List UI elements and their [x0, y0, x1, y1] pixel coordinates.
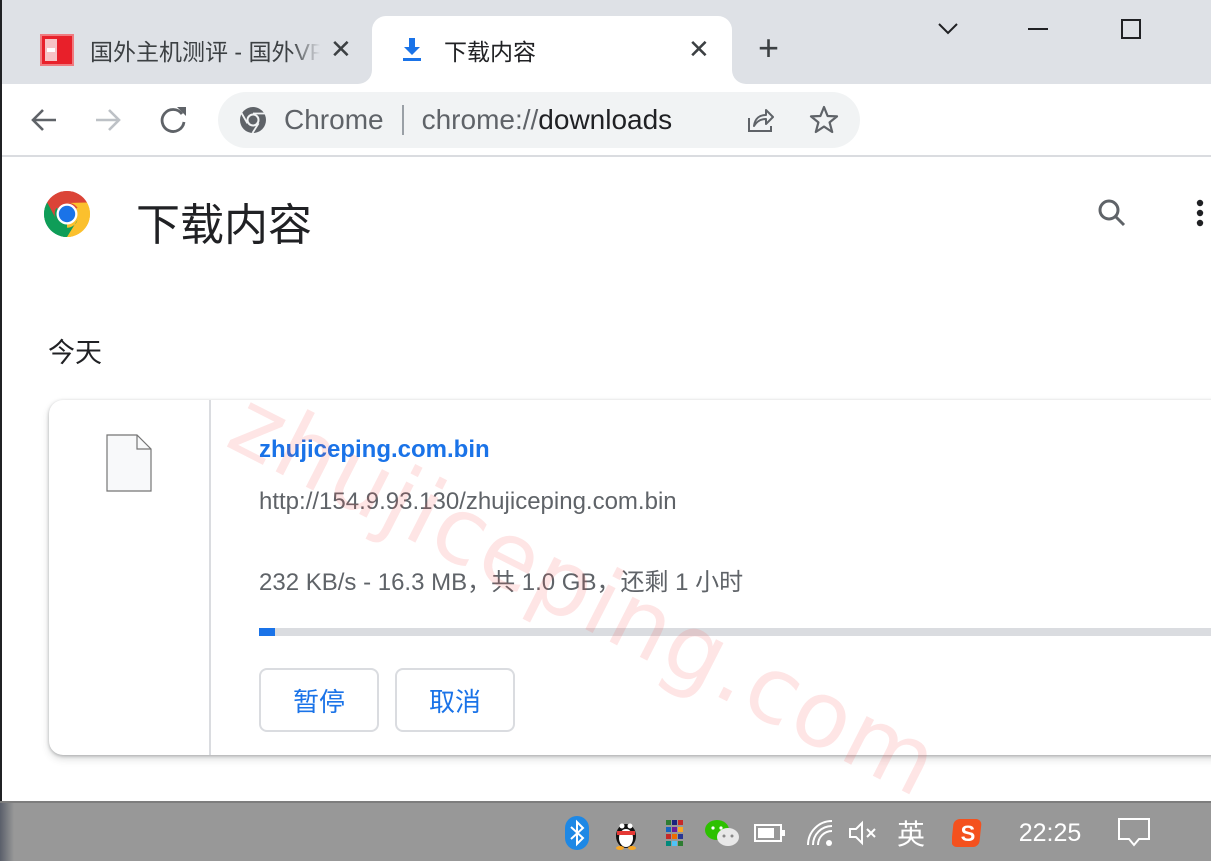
file-name-link[interactable]: zhujiceping.com.bin — [259, 436, 490, 464]
battery-icon[interactable] — [752, 811, 788, 855]
download-status: 232 KB/s - 16.3 MB，共 1.0 GB，还剩 1 小时 — [259, 569, 744, 596]
svg-text:S: S — [961, 821, 976, 846]
system-clock[interactable]: 22:25 — [1012, 811, 1088, 855]
site-logo-icon — [40, 34, 74, 66]
arrow-left-icon[interactable] — [26, 102, 62, 138]
browser-toolbar: Chrome chrome://downloads — [0, 84, 1211, 157]
bookmark-star-icon[interactable] — [808, 104, 840, 136]
wechat-icon[interactable] — [702, 811, 742, 855]
reload-icon[interactable] — [155, 102, 191, 138]
url-host: downloads — [538, 104, 673, 135]
tab-search-icon[interactable] — [926, 12, 970, 48]
pause-button[interactable]: 暂停 — [259, 668, 379, 732]
new-tab-button[interactable]: + — [758, 30, 779, 66]
tab-downloads[interactable]: 下载内容 ✕ — [372, 16, 732, 84]
share-icon[interactable] — [744, 104, 776, 136]
downloads-page: 下载内容 今天 zhujiceping.com.bin http://154.9… — [0, 159, 1211, 801]
download-item: zhujiceping.com.bin http://154.9.93.130/… — [49, 400, 1211, 755]
app-grid-icon[interactable] — [660, 811, 690, 855]
search-icon[interactable] — [1094, 195, 1130, 231]
omnibox-separator — [401, 105, 404, 135]
chrome-logo-icon — [240, 107, 266, 134]
file-icon — [106, 434, 152, 492]
chrome-color-logo-icon — [44, 191, 90, 237]
minimize-icon[interactable] — [1016, 12, 1060, 48]
action-center-icon[interactable] — [1114, 811, 1154, 855]
tab-title: 国外主机测评 - 国外VPS — [90, 39, 320, 65]
close-icon[interactable]: ✕ — [688, 36, 710, 62]
address-bar[interactable]: Chrome chrome://downloads — [218, 92, 860, 148]
volume-muted-icon[interactable] — [846, 811, 880, 855]
arrow-right-icon[interactable] — [90, 102, 126, 138]
url-scheme: chrome:// — [421, 104, 539, 135]
window-left-border — [0, 0, 2, 801]
cancel-button[interactable]: 取消 — [395, 668, 515, 732]
sogou-icon[interactable]: S — [950, 811, 986, 855]
tab-zhujiceping[interactable]: 国外主机测评 - 国外VPS ✕ — [0, 16, 372, 84]
tab-title: 下载内容 — [444, 39, 536, 65]
more-vert-icon[interactable] — [1190, 195, 1210, 235]
qq-icon[interactable] — [606, 811, 646, 855]
close-icon[interactable]: ✕ — [330, 36, 352, 62]
wifi-icon[interactable] — [804, 811, 836, 855]
bluetooth-icon[interactable] — [562, 811, 592, 855]
windows-taskbar: 英 S 22:25 — [0, 801, 1211, 861]
download-progress-fill — [259, 628, 275, 636]
download-progress-bar — [259, 628, 1211, 636]
date-heading: 今天 — [48, 338, 102, 368]
page-title: 下载内容 — [136, 201, 312, 250]
site-chip: Chrome — [284, 104, 384, 135]
taskbar-edge — [0, 803, 14, 861]
maximize-icon[interactable] — [1109, 12, 1153, 48]
ime-language-indicator[interactable]: 英 — [892, 811, 930, 855]
download-icon — [403, 38, 421, 61]
card-divider — [209, 400, 211, 755]
tab-strip: 国外主机测评 - 国外VPS ✕ 下载内容 ✕ + — [0, 0, 1211, 84]
source-url-link[interactable]: http://154.9.93.130/zhujiceping.com.bin — [259, 488, 677, 516]
url-text[interactable]: chrome://downloads — [422, 104, 673, 136]
